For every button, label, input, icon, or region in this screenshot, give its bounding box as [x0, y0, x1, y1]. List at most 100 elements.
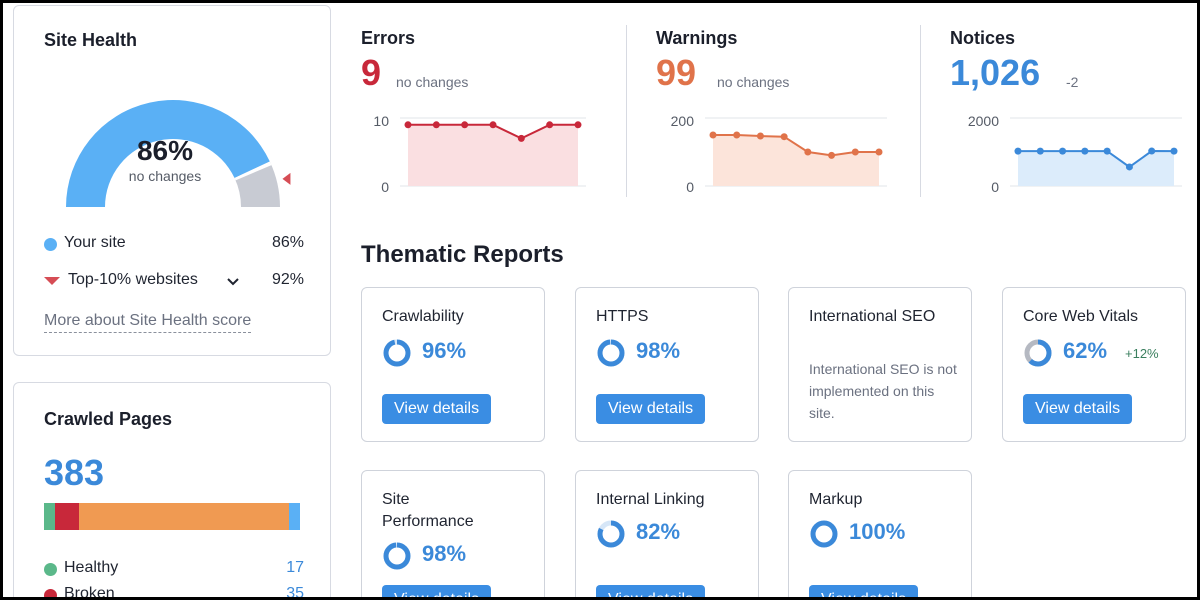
warnings-change: no changes — [717, 74, 790, 90]
ring-progress — [383, 339, 411, 367]
bar-segment-redirected[interactable] — [289, 503, 300, 530]
thematic-card-score: 98% — [636, 338, 681, 363]
chevron-down-icon[interactable] — [227, 273, 239, 289]
ring-progress — [810, 520, 838, 548]
healthy-dot-icon — [44, 563, 57, 576]
errors-y-tick-bottom: 0 — [381, 179, 389, 195]
data-point[interactable] — [404, 121, 412, 129]
warnings-y-tick-top: 200 — [670, 113, 694, 129]
legend-label: Broken — [64, 585, 115, 600]
notices-change: -2 — [1066, 74, 1079, 90]
legend-value: 86% — [271, 234, 304, 251]
legend-top-10[interactable]: Top-10% websites 92% — [44, 270, 304, 292]
thematic-card-title: HTTPS — [596, 308, 649, 325]
bar-segment-have-issues[interactable] — [78, 503, 290, 530]
divider — [920, 25, 921, 197]
thematic-card-crawlability: Crawlability 96% View details — [361, 287, 545, 442]
thematic-card-site-performance: Site Performance 98% View details — [361, 470, 545, 600]
data-point[interactable] — [1081, 147, 1089, 155]
data-point[interactable] — [574, 121, 582, 129]
thematic-card-score: 96% — [422, 338, 467, 363]
data-point[interactable] — [804, 148, 812, 156]
thematic-card-title: Core Web Vitals — [1023, 308, 1139, 325]
legend-healthy[interactable]: Healthy 17 — [44, 558, 304, 580]
data-point[interactable] — [875, 148, 883, 156]
progress-ring-icon — [597, 520, 625, 548]
crawled-pages-bar[interactable] — [44, 503, 300, 530]
data-point[interactable] — [546, 121, 554, 129]
data-point[interactable] — [851, 148, 859, 156]
thematic-card-title: Internal Linking — [596, 491, 705, 508]
view-details-button[interactable]: View details — [596, 394, 706, 424]
thematic-card-title: International SEO — [809, 308, 936, 325]
bar-segment-healthy[interactable] — [44, 503, 56, 530]
data-point[interactable] — [489, 121, 497, 129]
notices-chart — [1010, 117, 1182, 187]
site-health-more-link[interactable]: More about Site Health score — [44, 312, 252, 333]
legend-broken[interactable]: Broken 35 — [44, 584, 304, 600]
thematic-card-internal-linking: Internal Linking 82% View details — [575, 470, 759, 600]
thematic-card-core-web-vitals: Core Web Vitals 62% +12% View details — [1002, 287, 1186, 442]
data-point[interactable] — [756, 132, 764, 140]
data-point[interactable] — [828, 151, 836, 159]
data-point[interactable] — [780, 133, 788, 141]
data-point[interactable] — [1036, 147, 1044, 155]
data-point[interactable] — [709, 131, 717, 139]
errors-title: Errors — [361, 28, 416, 48]
warnings-chart — [705, 117, 887, 187]
errors-change: no changes — [396, 74, 469, 90]
progress-ring-icon — [597, 339, 625, 367]
data-point[interactable] — [1148, 147, 1156, 155]
legend-value: 92% — [271, 271, 304, 288]
site-health-status: no changes — [128, 168, 202, 184]
data-point[interactable] — [432, 121, 440, 129]
data-point[interactable] — [517, 134, 525, 142]
thematic-card-markup: Markup 100% View details — [788, 470, 972, 600]
progress-ring-icon — [383, 339, 411, 367]
notices-value[interactable]: 1,026 — [950, 52, 1040, 94]
data-point[interactable] — [1014, 147, 1022, 155]
area-fill — [713, 135, 879, 186]
warnings-value[interactable]: 99 — [656, 52, 696, 94]
progress-ring-icon — [810, 520, 838, 548]
thematic-card-international-seo: International SEO International SEO is n… — [788, 287, 972, 442]
view-details-button[interactable]: View details — [809, 585, 919, 600]
data-point[interactable] — [1103, 147, 1111, 155]
thematic-card-score: 62% — [1063, 338, 1108, 363]
view-details-button[interactable]: View details — [382, 394, 492, 424]
view-details-button[interactable]: View details — [596, 585, 706, 600]
data-point[interactable] — [1125, 163, 1133, 171]
legend-label: Healthy — [64, 559, 119, 576]
ring-progress — [383, 542, 411, 570]
thematic-reports-title: Thematic Reports — [361, 241, 564, 268]
crawled-pages-count[interactable]: 383 — [44, 452, 104, 494]
thematic-card-delta: +12% — [1125, 346, 1159, 361]
legend-your-site: Your site 86% — [44, 233, 304, 255]
data-point[interactable] — [1170, 147, 1178, 155]
data-point[interactable] — [1059, 147, 1067, 155]
data-point[interactable] — [733, 131, 741, 139]
benchmark-marker-icon — [44, 277, 60, 285]
legend-value: 35 — [286, 585, 304, 600]
ring-progress — [597, 339, 625, 367]
errors-chart — [400, 117, 586, 187]
errors-y-tick-top: 10 — [373, 113, 389, 129]
bar-segment-broken[interactable] — [55, 503, 79, 530]
legend-label: Your site — [64, 234, 126, 251]
data-point[interactable] — [461, 121, 469, 129]
broken-dot-icon — [44, 589, 57, 600]
notices-title: Notices — [950, 28, 1016, 48]
thematic-card-title: Crawlability — [382, 308, 464, 325]
divider — [626, 25, 627, 197]
your-site-dot-icon — [44, 238, 57, 251]
legend-label: Top-10% websites — [68, 271, 198, 288]
warnings-title: Warnings — [656, 28, 738, 48]
site-health-score: 86% — [136, 135, 194, 166]
thematic-card-title: Site Performance — [382, 491, 474, 530]
thematic-card-https: HTTPS 98% View details — [575, 287, 759, 442]
errors-value[interactable]: 9 — [361, 52, 381, 94]
crawled-pages-title: Crawled Pages — [44, 409, 173, 429]
thematic-card-note: International SEO is not implemented on … — [809, 361, 957, 421]
view-details-button[interactable]: View details — [1023, 394, 1133, 424]
view-details-button[interactable]: View details — [382, 585, 492, 600]
